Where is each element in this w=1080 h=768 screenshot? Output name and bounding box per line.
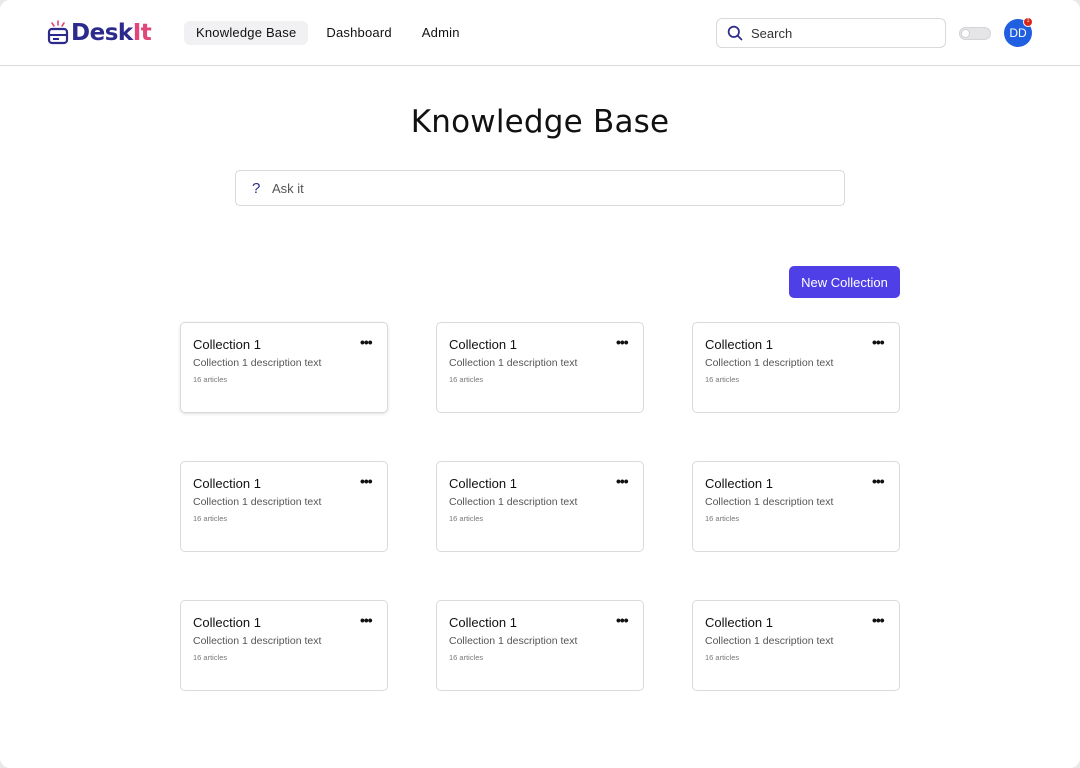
more-options-icon[interactable]: ••• xyxy=(360,335,374,349)
nav-dashboard[interactable]: Dashboard xyxy=(314,21,403,45)
more-options-icon[interactable]: ••• xyxy=(616,335,630,349)
more-options-icon[interactable]: ••• xyxy=(360,474,374,488)
top-header: DeskIt Knowledge Base Dashboard Admin DD… xyxy=(0,0,1080,66)
collection-article-count: 16 articles xyxy=(705,514,740,523)
collection-card[interactable]: Collection 1 Collection 1 description te… xyxy=(180,600,388,691)
notification-badge: 1 xyxy=(1023,17,1033,27)
collection-card[interactable]: Collection 1 Collection 1 description te… xyxy=(692,600,900,691)
theme-toggle[interactable] xyxy=(959,27,991,40)
logo-text-desk: Desk xyxy=(71,20,133,46)
collection-title: Collection 1 xyxy=(705,476,773,491)
collection-description: Collection 1 description text xyxy=(193,357,322,369)
collection-description: Collection 1 description text xyxy=(193,635,322,647)
collection-description: Collection 1 description text xyxy=(449,635,578,647)
nav-admin[interactable]: Admin xyxy=(410,21,472,45)
new-collection-button[interactable]: New Collection xyxy=(789,266,900,298)
collection-description: Collection 1 description text xyxy=(705,635,834,647)
collection-title: Collection 1 xyxy=(193,476,261,491)
collection-article-count: 16 articles xyxy=(705,375,740,384)
more-options-icon[interactable]: ••• xyxy=(872,613,886,627)
more-options-icon[interactable]: ••• xyxy=(872,474,886,488)
collection-card[interactable]: Collection 1 Collection 1 description te… xyxy=(180,322,388,413)
more-options-icon[interactable]: ••• xyxy=(360,613,374,627)
collection-description: Collection 1 description text xyxy=(705,357,834,369)
nav-knowledge-base[interactable]: Knowledge Base xyxy=(184,21,309,45)
collection-title: Collection 1 xyxy=(449,476,517,491)
toggle-knob xyxy=(961,29,970,38)
logo[interactable]: DeskIt xyxy=(47,18,152,48)
collection-description: Collection 1 description text xyxy=(705,496,834,508)
collection-title: Collection 1 xyxy=(449,615,517,630)
collection-card[interactable]: Collection 1 Collection 1 description te… xyxy=(692,322,900,413)
desk-logo-icon xyxy=(47,20,69,45)
ask-input[interactable] xyxy=(272,180,812,196)
collection-description: Collection 1 description text xyxy=(449,357,578,369)
collection-article-count: 16 articles xyxy=(449,514,484,523)
logo-text-it: It xyxy=(132,20,152,46)
collection-card[interactable]: Collection 1 Collection 1 description te… xyxy=(436,461,644,552)
collection-article-count: 16 articles xyxy=(193,653,228,662)
main-nav: Knowledge Base Dashboard Admin xyxy=(184,21,472,45)
collection-article-count: 16 articles xyxy=(449,375,484,384)
collection-description: Collection 1 description text xyxy=(449,496,578,508)
question-icon: ? xyxy=(252,179,261,197)
logo-text: DeskIt xyxy=(71,20,152,46)
collection-article-count: 16 articles xyxy=(449,653,484,662)
page-title: Knowledge Base xyxy=(410,104,670,140)
ask-box[interactable]: ? xyxy=(235,170,845,206)
collection-article-count: 16 articles xyxy=(193,514,228,523)
collection-article-count: 16 articles xyxy=(193,375,228,384)
search-box[interactable] xyxy=(716,18,946,48)
collection-card[interactable]: Collection 1 Collection 1 description te… xyxy=(692,461,900,552)
more-options-icon[interactable]: ••• xyxy=(616,474,630,488)
collection-title: Collection 1 xyxy=(193,615,261,630)
more-options-icon[interactable]: ••• xyxy=(616,613,630,627)
search-icon xyxy=(727,25,743,41)
collection-title: Collection 1 xyxy=(193,337,261,352)
collection-description: Collection 1 description text xyxy=(193,496,322,508)
collections-grid: Collection 1 Collection 1 description te… xyxy=(180,322,900,691)
collection-card[interactable]: Collection 1 Collection 1 description te… xyxy=(436,600,644,691)
collection-title: Collection 1 xyxy=(449,337,517,352)
collection-title: Collection 1 xyxy=(705,337,773,352)
more-options-icon[interactable]: ••• xyxy=(872,335,886,349)
collection-title: Collection 1 xyxy=(705,615,773,630)
collection-card[interactable]: Collection 1 Collection 1 description te… xyxy=(180,461,388,552)
search-input[interactable] xyxy=(751,25,931,41)
collection-article-count: 16 articles xyxy=(705,653,740,662)
app-window: DeskIt Knowledge Base Dashboard Admin DD… xyxy=(0,0,1080,768)
collection-card[interactable]: Collection 1 Collection 1 description te… xyxy=(436,322,644,413)
